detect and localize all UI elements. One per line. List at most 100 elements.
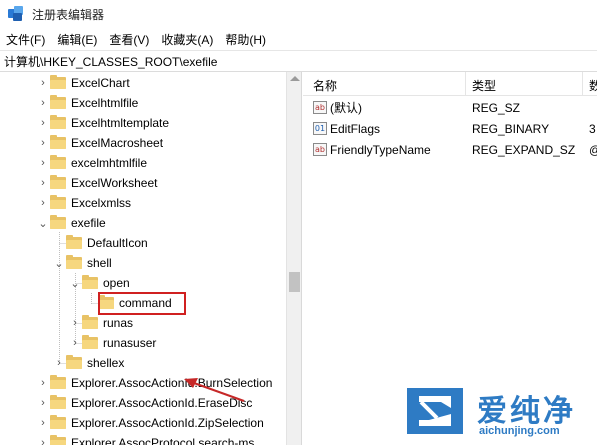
chevron-right-icon[interactable]: › [68, 333, 82, 353]
folder-icon [50, 175, 66, 189]
tree-node-shell[interactable]: ⌄ shell [52, 253, 112, 273]
chevron-right-icon[interactable]: › [36, 93, 50, 113]
tree-node-label: Excelhtmlfile [71, 96, 139, 110]
tree-node-label: Explorer.AssocActionId.ZipSelection [71, 416, 264, 430]
watermark-url: aichunjing.com [479, 425, 560, 437]
tree-node-label: shell [87, 256, 112, 270]
address-bar[interactable]: 计算机\HKEY_CLASSES_ROOT\exefile [0, 50, 597, 72]
tree-node[interactable]: › excelmhtmlfile [36, 153, 147, 173]
folder-icon [82, 335, 98, 349]
chevron-right-icon[interactable]: › [36, 113, 50, 133]
tree-node-label: ExcelWorksheet [71, 176, 158, 190]
tree-node-label: Excelxmlss [71, 196, 132, 210]
tree-node[interactable]: › Explorer.AssocActionId.ZipSelection [36, 413, 264, 433]
tree-node-label: Explorer.AssocProtocol.search-ms [71, 436, 255, 445]
tree-node-label: DefaultIcon [87, 236, 148, 250]
value-data: 3 [589, 121, 596, 136]
scroll-up-icon[interactable] [290, 76, 300, 81]
tree-node-label: excelmhtmlfile [71, 156, 148, 170]
string-value-icon: ab [313, 101, 327, 114]
menu-file[interactable]: 文件(F) [0, 31, 51, 48]
chevron-right-icon[interactable]: › [36, 413, 50, 433]
folder-open-icon [82, 275, 98, 289]
column-header-type[interactable]: 类型 [472, 77, 496, 94]
menu-bar: 文件(F) 编辑(E) 查看(V) 收藏夹(A) 帮助(H) [0, 28, 597, 50]
chevron-down-icon[interactable]: ⌄ [68, 273, 82, 293]
folder-icon [66, 235, 82, 249]
chevron-right-icon[interactable]: › [36, 133, 50, 153]
tree-node-label: ExcelChart [71, 76, 130, 90]
menu-edit[interactable]: 编辑(E) [51, 31, 103, 48]
watermark-logo-icon [407, 388, 463, 434]
tree-node-label: exefile [71, 216, 106, 230]
chevron-right-icon[interactable]: › [36, 433, 50, 445]
tree-node[interactable]: › Excelhtmlfile [36, 93, 138, 113]
folder-icon [50, 95, 66, 109]
watermark-text: 爱纯净 [477, 394, 576, 429]
address-path[interactable]: 计算机\HKEY_CLASSES_ROOT\exefile [4, 53, 217, 70]
tree-node[interactable]: › ExcelWorksheet [36, 173, 157, 193]
value-name: EditFlags [330, 121, 381, 136]
tree-node-label: shellex [87, 356, 125, 370]
folder-icon [50, 375, 66, 389]
binary-value-icon: 01 [313, 122, 327, 135]
chevron-right-icon[interactable]: › [36, 153, 50, 173]
tree-scrollbar[interactable] [286, 72, 302, 445]
annotation-arrow-icon [184, 378, 245, 402]
chevron-right-icon[interactable]: › [36, 393, 50, 413]
tree-node-open[interactable]: ⌄ open [68, 273, 130, 293]
regedit-app-icon [8, 6, 24, 22]
value-row[interactable]: ab (默认) REG_SZ [303, 97, 597, 118]
tree-node[interactable]: › runasuser [68, 333, 156, 353]
folder-open-icon [66, 255, 82, 269]
chevron-down-icon[interactable]: ⌄ [36, 213, 50, 233]
tree-node[interactable]: › ExcelChart [36, 73, 130, 93]
value-name: FriendlyTypeName [330, 142, 431, 157]
menu-view[interactable]: 查看(V) [103, 31, 155, 48]
tree-node[interactable]: DefaultIcon [52, 233, 148, 253]
scroll-thumb[interactable] [289, 272, 300, 292]
tree-node[interactable]: › Explorer.AssocProtocol.search-ms [36, 433, 254, 445]
chevron-down-icon[interactable]: ⌄ [52, 253, 66, 273]
menu-favorites[interactable]: 收藏夹(A) [155, 31, 219, 48]
watermark: 爱纯净 aichunjing.com [407, 386, 597, 445]
list-header: 名称 类型 数 [303, 72, 597, 96]
tree-node[interactable]: › Excelhtmltemplate [36, 113, 169, 133]
folder-icon [50, 195, 66, 209]
tree-node-label: runas [103, 316, 134, 330]
window-title: 注册表编辑器 [32, 7, 105, 22]
registry-tree[interactable]: › ExcelChart › Excelhtmlfile › Excelhtml… [0, 72, 286, 445]
value-type: REG_SZ [472, 100, 521, 115]
value-row[interactable]: ab FriendlyTypeName REG_EXPAND_SZ @ [303, 139, 597, 160]
folder-icon [50, 155, 66, 169]
value-data: @ [589, 143, 597, 157]
value-type: REG_EXPAND_SZ [472, 142, 576, 157]
folder-icon [66, 355, 82, 369]
value-row[interactable]: 01 EditFlags REG_BINARY 3 [303, 118, 597, 139]
folder-icon [82, 315, 98, 329]
column-header-data[interactable]: 数 [589, 77, 597, 94]
chevron-right-icon[interactable]: › [36, 173, 50, 193]
tree-node-label: ExcelMacrosheet [71, 136, 164, 150]
tree-node-label: Excelhtmltemplate [71, 116, 170, 130]
folder-icon [50, 75, 66, 89]
folder-icon [50, 415, 66, 429]
tree-node-exefile[interactable]: ⌄ exefile [36, 213, 106, 233]
tree-node-label: runasuser [103, 336, 157, 350]
tree-node-label: open [103, 276, 130, 290]
folder-icon [50, 115, 66, 129]
tree-node[interactable]: › ExcelMacrosheet [36, 133, 163, 153]
chevron-right-icon[interactable]: › [52, 353, 66, 373]
menu-help[interactable]: 帮助(H) [219, 31, 272, 48]
folder-open-icon [50, 215, 66, 229]
tree-node[interactable]: › shellex [52, 353, 124, 373]
column-header-name[interactable]: 名称 [313, 77, 337, 94]
folder-icon [50, 435, 66, 445]
value-type: REG_BINARY [472, 121, 550, 136]
chevron-right-icon[interactable]: › [68, 313, 82, 333]
chevron-right-icon[interactable]: › [36, 193, 50, 213]
chevron-right-icon[interactable]: › [36, 373, 50, 393]
tree-node[interactable]: › Excelxmlss [36, 193, 131, 213]
chevron-right-icon[interactable]: › [36, 73, 50, 93]
tree-node[interactable]: › runas [68, 313, 133, 333]
